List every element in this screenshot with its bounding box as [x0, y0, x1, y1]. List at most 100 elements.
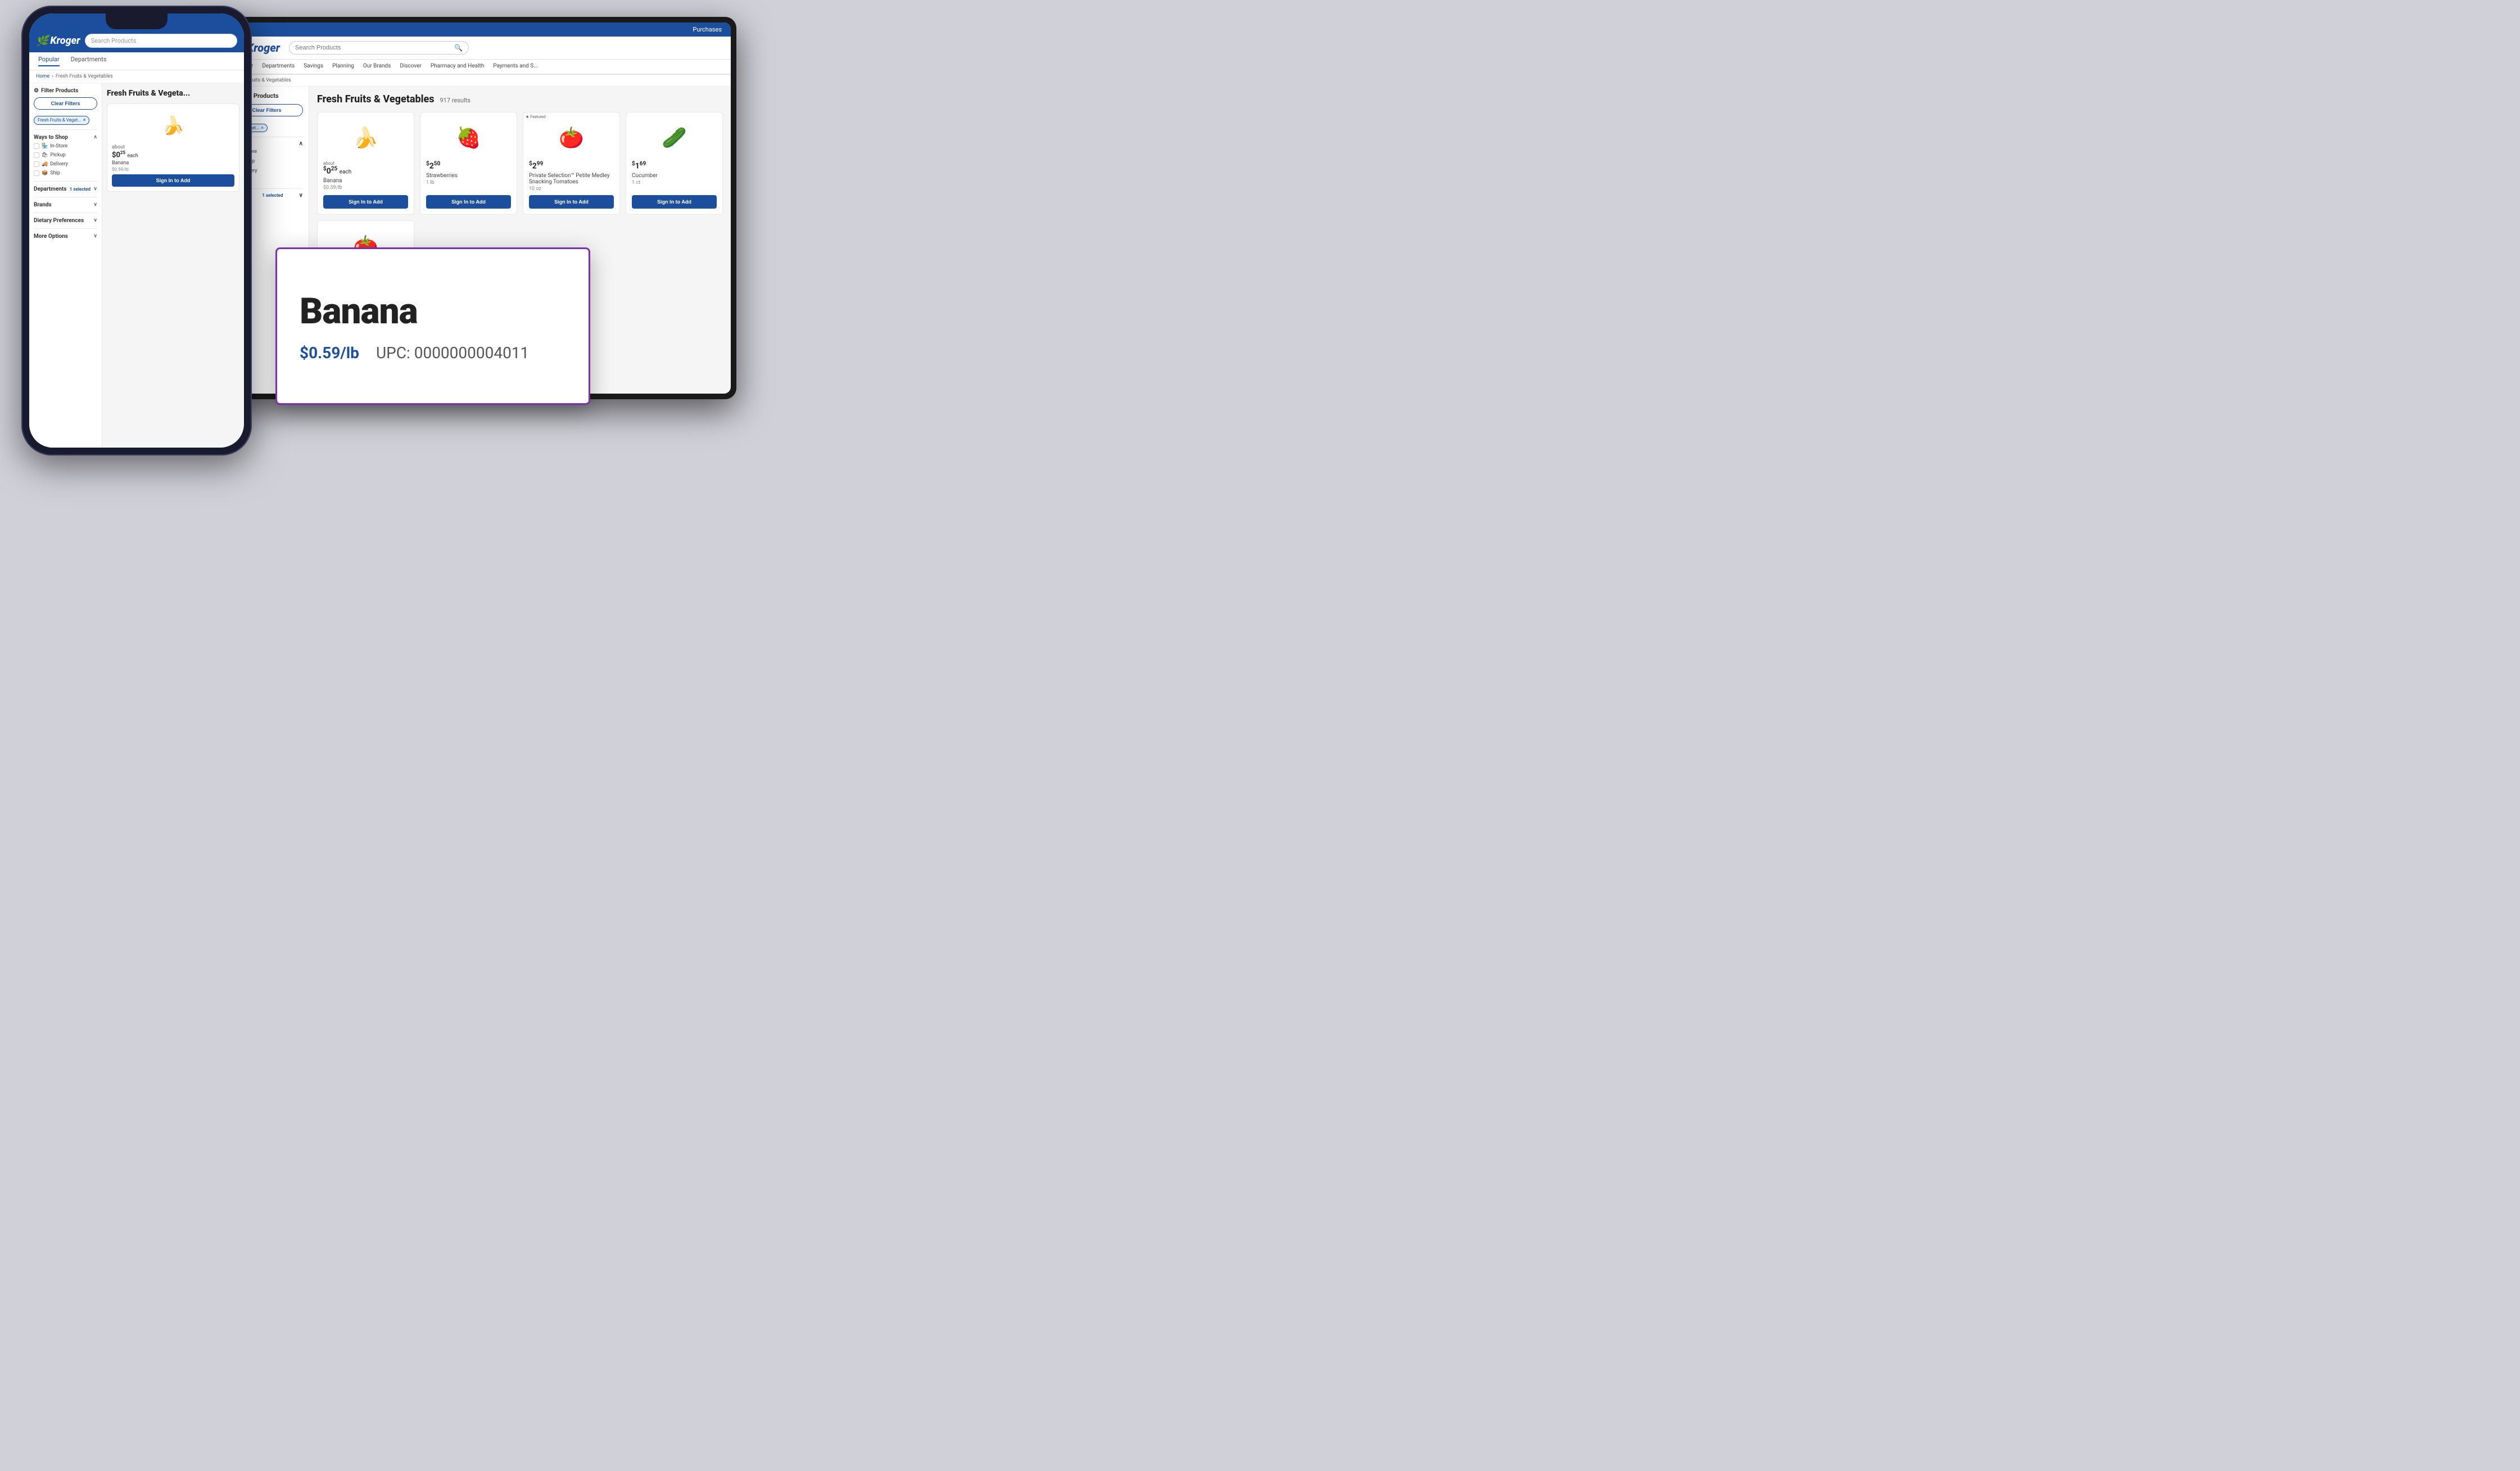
tablet-product-banana: 🍌 about $$0025 each Banana $0.59/lb Sign…: [317, 112, 414, 215]
phone-nav: Popular Departments: [29, 52, 244, 70]
tablet-top-bar-text: Purchases: [693, 26, 722, 33]
tablet-nav-departments[interactable]: Departments: [262, 63, 295, 70]
banana-sign-in-button[interactable]: Sign In to Add: [112, 174, 234, 187]
pickup-checkbox[interactable]: [34, 152, 39, 158]
tablet-petite-featured-badge: ★ Featured: [526, 115, 546, 119]
tablet-cucumber-name: Cucumber: [632, 173, 717, 179]
tablet-search-bar[interactable]: 🔍: [289, 41, 469, 55]
tablet-cucumber-price: $169: [632, 161, 717, 171]
dept-chevron-icon: ∨: [93, 186, 97, 192]
tablet-strawberries-price: $250: [426, 161, 511, 171]
tablet-nav-ourbrands[interactable]: Our Brands: [363, 63, 391, 70]
leaf-icon: 🌿: [36, 35, 48, 47]
phone-filter-more: More Options ∨: [34, 228, 97, 244]
tablet-cucumber-image: 🥒: [632, 118, 717, 157]
tablet-nav-planning[interactable]: Planning: [332, 63, 354, 70]
banana-popup-upc: UPC: 0000000004011: [376, 344, 529, 362]
ship-checkbox[interactable]: [34, 170, 39, 176]
phone-page-title: Fresh Fruits & Vegeta...: [107, 89, 239, 98]
star-icon: ★: [526, 115, 529, 119]
banana-popup: Banana $0.59/lb UPC: 0000000004011: [275, 247, 590, 405]
tablet-petite-price: $299: [529, 161, 614, 171]
phone-notch: [106, 13, 168, 29]
tablet-petite-sign-in-button[interactable]: Sign In to Add: [529, 195, 614, 209]
phone-content: ⚙ Filter Products Clear Filters Fresh Fr…: [29, 83, 244, 448]
phone-product-banana: 🍌 about $025 each Banana $0.59/lb Sign I…: [107, 103, 239, 192]
breadcrumb-separator: ›: [52, 74, 53, 79]
tablet-banana-image: 🍌: [323, 118, 408, 157]
banana-popup-details: $0.59/lb UPC: 0000000004011: [300, 344, 566, 362]
tablet-petite-name: Private Selection™ Petite Medley Snackin…: [529, 173, 614, 185]
dept-count: 1 selected: [70, 187, 91, 192]
banana-unit: $0.59/lb: [112, 167, 234, 172]
phone-filter-dept-header[interactable]: Departments 1 selected ∨: [34, 185, 97, 193]
tablet-nav-discover[interactable]: Discover: [400, 63, 422, 70]
tablet-main-nav: Popular Departments Savings Planning Our…: [225, 60, 731, 75]
tablet-nav-pharmacy[interactable]: Pharmacy and Health: [431, 63, 484, 70]
tablet-nav-savings[interactable]: Savings: [304, 63, 323, 70]
phone-filter-instore[interactable]: 🏪 In-Store: [34, 142, 97, 151]
phone-filter-tag: Fresh Fruits & Veget... ×: [34, 116, 89, 125]
breadcrumb-home[interactable]: Home: [36, 74, 49, 79]
instore-checkbox[interactable]: [34, 143, 39, 149]
phone-filter-ship[interactable]: 📦 Ship: [34, 169, 97, 178]
tablet-filter-tag-remove[interactable]: ×: [261, 125, 263, 130]
phone-screen: 🌿 Kroger Search Products Popular Departm…: [29, 13, 244, 448]
tablet-search-input[interactable]: [295, 44, 451, 51]
phone-filter-pickup[interactable]: 🛍 Pickup: [34, 151, 97, 160]
tablet-ways-chevron-icon: ∧: [299, 141, 303, 147]
tablet-cucumber-sign-in-button[interactable]: Sign In to Add: [632, 195, 717, 209]
phone-breadcrumb: Home › Fresh Fruits & Vegetables: [29, 70, 244, 83]
phone-nav-departments[interactable]: Departments: [71, 56, 107, 66]
tablet-dept-chevron-icon: ∨: [299, 192, 303, 198]
phone-search-bar[interactable]: Search Products: [85, 34, 237, 48]
tablet-petitemedley-image: 🍅: [529, 118, 614, 157]
phone-kroger-logo: 🌿 Kroger: [36, 35, 80, 47]
tablet-top-bar: Purchases: [225, 22, 731, 37]
banana-popup-name: Banana: [300, 290, 566, 332]
phone-filter-dietary: Dietary Preferences ∨: [34, 213, 97, 228]
tablet-strawberries-name: Strawberries: [426, 173, 511, 179]
tablet-strawberries-unit: 1 lb: [426, 180, 511, 192]
phone-filter-dietary-header[interactable]: Dietary Preferences ∨: [34, 216, 97, 225]
tablet-product-strawberries: 🍓 $250 Strawberries 1 lb Sign In to Add: [420, 112, 517, 215]
tablet-results-count: 917 results: [440, 97, 470, 104]
pickup-icon: 🛍: [42, 152, 48, 158]
banana-name: Banana: [112, 160, 234, 166]
tablet-product-cucumber: 🥒 $169 Cucumber 1 ct Sign In to Add: [626, 112, 723, 215]
tablet-banana-name: Banana: [323, 178, 408, 184]
tablet-product-petitemedley: ★ Featured 🍅 $299 Private Selection™ Pet…: [523, 112, 620, 215]
tablet-nav-payments[interactable]: Payments and S...: [493, 63, 538, 70]
phone-filter-delivery[interactable]: 🚚 Delivery: [34, 160, 97, 169]
banana-price-label: about: [112, 145, 234, 150]
search-icon: 🔍: [454, 44, 463, 52]
delivery-icon: 🚚: [42, 161, 48, 167]
tablet-banana-price-label: about: [323, 161, 408, 166]
phone-frame: 🌿 Kroger Search Products Popular Departm…: [21, 6, 252, 455]
more-chevron-icon: ∨: [93, 233, 97, 239]
tablet-strawberries-image: 🍓: [426, 118, 511, 157]
phone-filter-ways-to-shop: Ways to Shop ∧ 🏪 In-Store 🛍 Pickup: [34, 129, 97, 181]
filter-header: ⚙ Filter Products: [34, 88, 97, 94]
phone-filter-ways-header[interactable]: Ways to Shop ∧: [34, 133, 97, 142]
phone-filter-brands: Brands ∨: [34, 197, 97, 213]
brands-chevron-icon: ∨: [93, 202, 97, 207]
phone-filter-more-header[interactable]: More Options ∨: [34, 232, 97, 241]
delivery-checkbox[interactable]: [34, 161, 39, 167]
instore-icon: 🏪: [42, 143, 48, 149]
filter-icon: ⚙: [34, 88, 39, 94]
dietary-chevron-icon: ∨: [93, 218, 97, 223]
tablet-banana-price: $$0025 each: [323, 166, 408, 176]
tablet-banana-unit: $0.59/lb: [323, 185, 408, 192]
tablet-page-title: Fresh Fruits & Vegetables: [317, 93, 434, 105]
tablet-products-grid: 🍌 about $$0025 each Banana $0.59/lb Sign…: [317, 112, 723, 215]
phone-clear-filters-button[interactable]: Clear Filters: [34, 97, 97, 110]
phone-filter-tag-remove[interactable]: ×: [83, 118, 86, 123]
phone-filter-departments: Departments 1 selected ∨: [34, 181, 97, 197]
tablet-banana-sign-in-button[interactable]: Sign In to Add: [323, 195, 408, 209]
phone-filter-brands-header[interactable]: Brands ∨: [34, 201, 97, 209]
phone-nav-popular[interactable]: Popular: [38, 56, 60, 66]
banana-image: 🍌: [153, 109, 193, 142]
tablet-strawberries-sign-in-button[interactable]: Sign In to Add: [426, 195, 511, 209]
tablet-petite-unit: 10 oz: [529, 186, 614, 192]
